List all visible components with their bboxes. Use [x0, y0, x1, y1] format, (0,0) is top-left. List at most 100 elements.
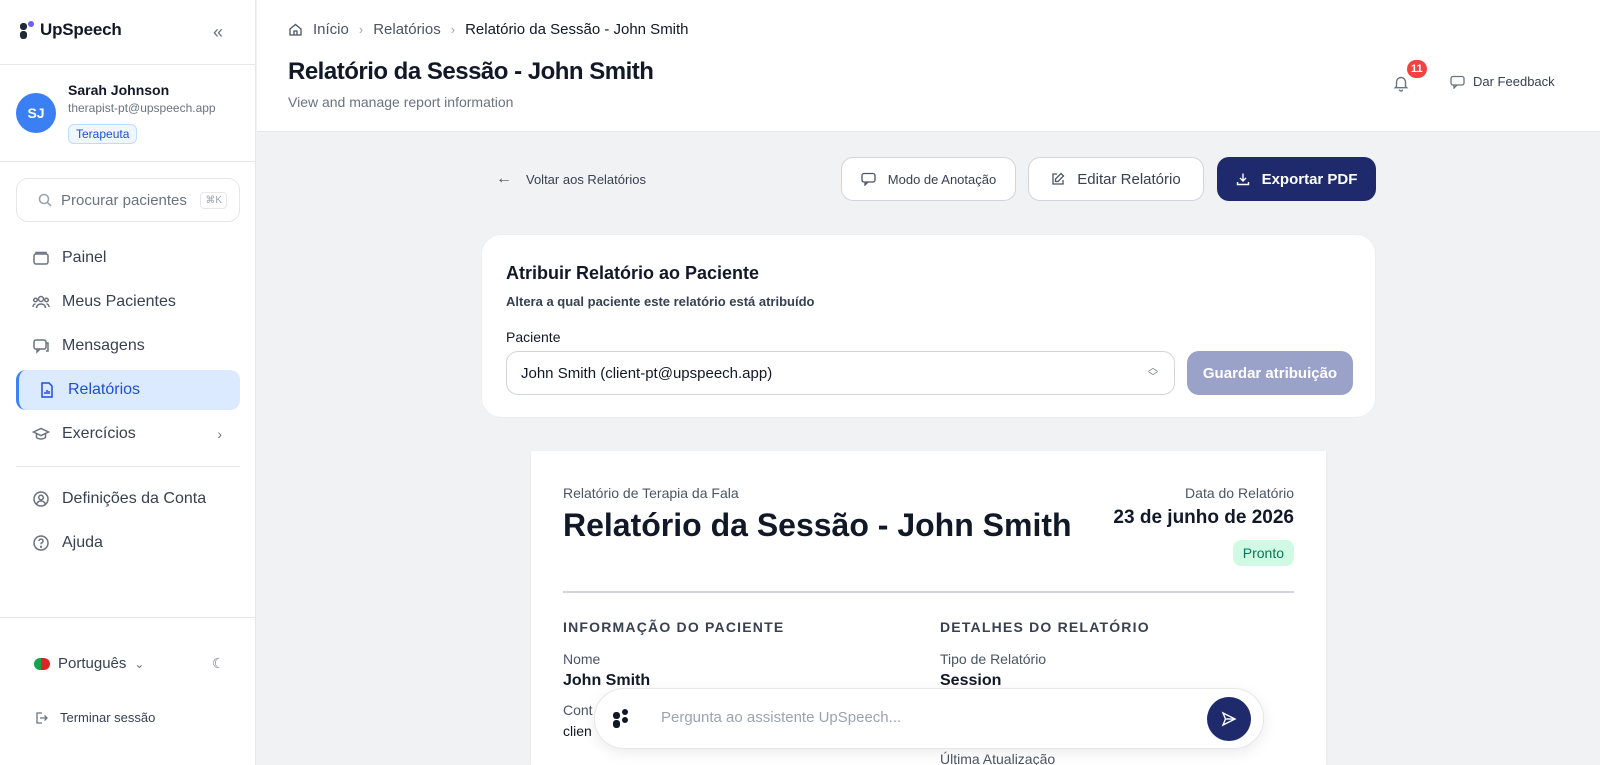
- nav-label: Mensagens: [62, 337, 145, 354]
- feedback-label: Dar Feedback: [1473, 74, 1555, 89]
- back-to-reports-link[interactable]: ← Voltar aos Relatórios: [496, 170, 646, 188]
- report-details-heading: DETALHES DO RELATÓRIO: [940, 619, 1150, 635]
- search-input[interactable]: Procurar pacientes ⌘K: [16, 178, 240, 222]
- save-assignment-button[interactable]: Guardar atribuição: [1187, 351, 1353, 395]
- patient-label: Paciente: [506, 329, 561, 345]
- divider: [563, 591, 1294, 593]
- nav-item-painel[interactable]: Painel: [16, 238, 240, 278]
- language-label: Português: [58, 655, 127, 672]
- moon-icon[interactable]: ☾: [212, 655, 225, 672]
- folder-icon: [33, 251, 49, 265]
- breadcrumb-reports[interactable]: Relatórios: [373, 21, 441, 38]
- nav-item-exercicios[interactable]: Exercícios ›: [16, 414, 240, 454]
- divider: [0, 617, 256, 618]
- report-date: 23 de junho de 2026: [1113, 507, 1294, 528]
- page-title: Relatório da Sessão - John Smith: [288, 58, 654, 85]
- patient-select-value: John Smith (client-pt@upspeech.app): [521, 364, 773, 382]
- send-icon: [1221, 711, 1237, 727]
- report-title: Relatório da Sessão - John Smith: [563, 507, 1072, 543]
- page-subtitle: View and manage report information: [288, 94, 514, 110]
- annotation-label: Modo de Anotação: [887, 171, 997, 187]
- contact-label: Cont: [563, 702, 593, 718]
- chevron-right-icon: ›: [358, 22, 364, 37]
- brand[interactable]: UpSpeech: [20, 20, 122, 40]
- role-badge: Terapeuta: [68, 124, 138, 144]
- divider: [16, 466, 240, 467]
- patient-select[interactable]: John Smith (client-pt@upspeech.app) ︿ ﹀: [506, 351, 1175, 395]
- collapse-sidebar-icon[interactable]: «: [208, 22, 228, 42]
- download-icon: [1236, 173, 1249, 186]
- contact-value: clien: [563, 723, 592, 739]
- logout-button[interactable]: Terminar sessão: [34, 710, 155, 725]
- nav-label: Definições da Conta: [62, 490, 207, 507]
- type-label: Tipo de Relatório: [940, 651, 1047, 667]
- nav-item-meus-pacientes[interactable]: Meus Pacientes: [16, 282, 240, 322]
- page-header: Início › Relatórios › Relatório da Sessã…: [257, 0, 1600, 132]
- breadcrumb-home[interactable]: Início: [313, 21, 349, 38]
- export-label: Exportar PDF: [1261, 170, 1358, 188]
- chat-icon: [861, 172, 876, 186]
- arrow-left-icon: ←: [496, 170, 512, 187]
- nav-label: Exercícios: [62, 425, 136, 442]
- divider: [0, 64, 256, 65]
- chevron-down-icon: ⌄: [134, 656, 145, 671]
- nav-label: Painel: [62, 249, 107, 266]
- user-name: Sarah Johnson: [68, 82, 170, 98]
- chat-icon: [33, 339, 49, 354]
- nav-label: Meus Pacientes: [62, 293, 176, 310]
- search-placeholder: Procurar pacientes: [61, 191, 187, 209]
- portugal-flag-icon: [34, 657, 50, 670]
- patient-info-heading: INFORMAÇÃO DO PACIENTE: [563, 619, 785, 635]
- send-button[interactable]: [1207, 697, 1251, 741]
- nav-label: Ajuda: [62, 534, 103, 551]
- upspeech-logo-icon: [613, 709, 631, 729]
- logout-label: Terminar sessão: [60, 710, 156, 725]
- user-circle-icon: [33, 491, 49, 507]
- bell-icon[interactable]: [1392, 74, 1410, 92]
- home-icon[interactable]: [288, 22, 303, 37]
- chevron-updown-icon: ︿ ﹀: [1148, 363, 1158, 383]
- users-icon: [32, 295, 50, 309]
- chat-icon: [1450, 75, 1465, 89]
- assistant-placeholder: Pergunta ao assistente UpSpeech...: [661, 709, 902, 726]
- nav-item-ajuda[interactable]: Ajuda: [16, 523, 240, 563]
- search-icon: [38, 193, 52, 207]
- divider: [0, 161, 256, 162]
- chevron-right-icon: ›: [450, 22, 456, 37]
- upspeech-logo-icon: [20, 21, 34, 39]
- sidebar: UpSpeech « SJ Sarah Johnson therapist-pt…: [0, 0, 256, 765]
- edit-report-button[interactable]: Editar Relatório: [1028, 157, 1204, 201]
- breadcrumb: Início › Relatórios › Relatório da Sessã…: [288, 21, 689, 38]
- help-icon: [33, 535, 49, 551]
- name-label: Nome: [563, 651, 601, 667]
- assign-subtitle: Altera a qual paciente este relatório es…: [506, 294, 815, 309]
- assistant-input[interactable]: Pergunta ao assistente UpSpeech...: [594, 688, 1264, 749]
- edit-icon: [1052, 172, 1065, 185]
- report-date-label: Data do Relatório: [1185, 485, 1294, 501]
- report-kind: Relatório de Terapia da Fala: [563, 485, 739, 501]
- export-pdf-button[interactable]: Exportar PDF: [1217, 157, 1376, 201]
- graduation-cap-icon: [32, 427, 50, 440]
- avatar[interactable]: SJ: [16, 93, 56, 133]
- nav-item-relatorios[interactable]: Relatórios: [16, 370, 240, 410]
- app-name: UpSpeech: [40, 20, 122, 39]
- chevron-right-icon: ›: [217, 426, 222, 442]
- status-badge: Pronto: [1232, 540, 1294, 566]
- language-selector[interactable]: Português ⌄: [34, 655, 144, 672]
- search-shortcut: ⌘K: [200, 191, 227, 209]
- nav-item-mensagens[interactable]: Mensagens: [16, 326, 240, 366]
- user-email: therapist-pt@upspeech.app: [68, 101, 216, 115]
- nav-item-definicoes[interactable]: Definições da Conta: [16, 479, 240, 519]
- feedback-button[interactable]: Dar Feedback: [1450, 74, 1555, 89]
- assign-report-card: Atribuir Relatório ao Paciente Altera a …: [481, 234, 1376, 418]
- logout-icon: [36, 711, 48, 724]
- back-label: Voltar aos Relatórios: [526, 171, 646, 187]
- nav-label: Relatórios: [68, 381, 141, 398]
- edit-label: Editar Relatório: [1077, 170, 1181, 188]
- notification-badge: 11: [1407, 60, 1427, 78]
- assign-title: Atribuir Relatório ao Paciente: [506, 263, 760, 283]
- report-icon: [41, 382, 53, 398]
- updated-label: Última Atualização: [940, 751, 1056, 765]
- breadcrumb-current: Relatório da Sessão - John Smith: [465, 21, 689, 38]
- annotation-mode-button[interactable]: Modo de Anotação: [841, 157, 1016, 201]
